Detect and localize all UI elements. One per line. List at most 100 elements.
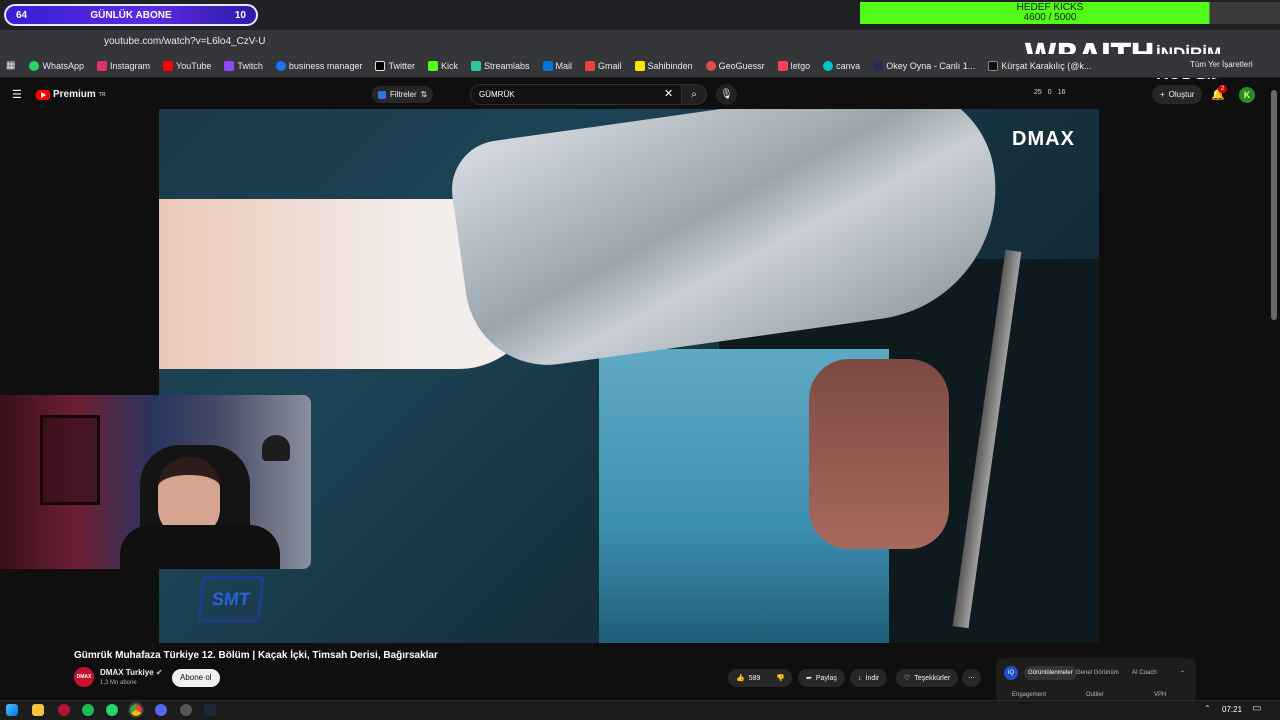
video-arm (809, 359, 949, 549)
collapse-icon[interactable]: ⌃ (1180, 670, 1185, 677)
bookmark-letgo[interactable]: letgo (777, 60, 810, 71)
youtube-logo[interactable]: Premium TR (36, 89, 105, 100)
windows-start-icon[interactable] (6, 704, 18, 716)
whatsapp-taskbar-icon[interactable] (106, 704, 118, 716)
analytics-widget: iQ Görüntülenmeler Genel Görünüm AI Coac… (996, 658, 1196, 702)
page-scrollbar[interactable] (1271, 90, 1277, 320)
sliders-icon: ⇅ (420, 90, 428, 99)
bookmark-twitch[interactable]: Twitch (224, 60, 263, 71)
tray-up-icon[interactable]: ⌃ (1204, 704, 1211, 713)
mail-icon (542, 60, 553, 71)
thumbs-up-icon: 👍 (736, 675, 745, 682)
instagram-icon (96, 60, 107, 71)
mic-icon: 🎙 (720, 89, 733, 100)
search-input[interactable]: GÜMRÜK (470, 84, 682, 105)
canva-icon (823, 60, 834, 71)
like-count: 589 (748, 674, 761, 682)
filter-ext-icon (378, 90, 386, 99)
bookmark-canva[interactable]: canva (823, 60, 860, 71)
search-button[interactable]: ⌕ (681, 84, 707, 105)
opera-icon[interactable] (58, 704, 70, 716)
bookmark-okey[interactable]: Okey Oyna - Canlı 1... (873, 60, 975, 71)
kick-goal-progress: 4600 / 5000 (1023, 12, 1077, 23)
analytics-logo-icon: iQ (1004, 666, 1018, 680)
subscribe-button[interactable]: Abone ol (172, 669, 220, 687)
okey-icon (873, 60, 884, 71)
sub-goal-current: 64 (16, 9, 28, 21)
share-button[interactable]: ➦ Paylaş (798, 669, 845, 687)
youtube-icon (163, 60, 174, 71)
thanks-button[interactable]: ♡ Teşekkürler (896, 669, 959, 687)
create-button[interactable]: + Oluştur (1152, 85, 1203, 104)
kick-goal-overlay: HEDEF KICKS 4600 / 5000 (860, 2, 1280, 24)
bookmark-whatsapp[interactable]: WhatsApp (29, 60, 84, 71)
share-icon: ➦ (806, 675, 812, 682)
spotify-icon[interactable] (82, 704, 94, 716)
voice-search-button[interactable]: 🎙 (716, 84, 737, 105)
bookmark-instagram[interactable]: Instagram (96, 60, 150, 71)
download-button[interactable]: ↓ İndir (850, 669, 888, 687)
clear-search-icon[interactable]: ✕ (664, 87, 673, 100)
bookmark-twitter[interactable]: Twitter (375, 60, 415, 71)
stat-mid: 0 (1047, 89, 1052, 96)
analytics-tab-coach[interactable]: AI Coach (1132, 670, 1157, 676)
obs-icon[interactable] (180, 704, 192, 716)
bookmark-streamlabs[interactable]: Streamlabs (470, 60, 530, 71)
bookmark-tiktok[interactable]: Kürşat Karakılıç (@k... (988, 60, 1091, 71)
dislike-button[interactable]: 👎 (768, 669, 792, 687)
more-icon: ⋯ (968, 675, 975, 682)
sub-goal-label: GÜNLÜK ABONE (90, 9, 172, 21)
webcam-person-body (120, 525, 280, 569)
subscriber-goal-overlay: 64 GÜNLÜK ABONE 10 (4, 4, 258, 26)
chrome-icon[interactable] (128, 702, 144, 718)
channel-avatar[interactable]: DMAX (74, 667, 94, 687)
analytics-tab-views[interactable]: Görüntülenmeler (1024, 666, 1077, 680)
windows-taskbar (0, 700, 1280, 720)
bookmark-geoguessr[interactable]: GeoGuessr (705, 60, 765, 71)
bookmark-sahibinden[interactable]: Sahibinden (634, 60, 693, 71)
channel-name-text: DMAX Turkiye (100, 668, 154, 677)
file-explorer-icon[interactable] (32, 704, 44, 716)
country-code: TR (98, 91, 106, 98)
sahibinden-icon (634, 60, 645, 71)
bookmarks-bar: ▦ WhatsApp Instagram YouTube Twitch busi… (0, 54, 1280, 78)
bookmark-mail[interactable]: Mail (542, 60, 572, 71)
whatsapp-icon (29, 60, 40, 71)
create-label: Oluştur (1168, 90, 1195, 99)
bookmark-youtube[interactable]: YouTube (163, 60, 211, 71)
dmax-watermark: DMAX (1012, 128, 1075, 150)
all-bookmarks[interactable]: Tüm Yer İşaretleri (1190, 60, 1253, 69)
download-icon: ↓ (858, 674, 862, 682)
more-actions-button[interactable]: ⋯ (962, 669, 981, 687)
discord-icon[interactable] (155, 704, 167, 716)
webcam-overlay (0, 395, 311, 569)
verified-icon: ✔ (155, 668, 163, 677)
search-icon: ⌕ (691, 89, 697, 100)
video-right-black (1099, 109, 1111, 643)
like-button[interactable]: 👍 589 (728, 669, 768, 687)
youtube-premium-label: Premium (53, 89, 96, 100)
channel-name[interactable]: DMAX Turkiye ✔ (100, 668, 163, 677)
filters-button[interactable]: Filtreler ⇅ (372, 86, 434, 103)
sub-goal-target: 10 (234, 9, 246, 21)
apps-icon[interactable]: ▦ (6, 60, 15, 71)
subscriber-count: 1,3 Mn abone (100, 680, 137, 686)
hamburger-menu-icon[interactable]: ☰ (12, 88, 22, 101)
bookmark-kick[interactable]: Kick (427, 60, 458, 71)
download-label: İndir (865, 674, 880, 682)
smt-logo: SMT (197, 576, 265, 622)
bookmark-business-manager[interactable]: business manager (275, 60, 362, 71)
account-avatar[interactable]: K (1239, 87, 1255, 103)
steam-icon[interactable] (204, 704, 216, 716)
gmail-icon (585, 60, 596, 71)
x-icon (375, 60, 386, 71)
thanks-label: Teşekkürler (914, 674, 951, 682)
webcam-lamp (262, 435, 290, 461)
clock: 07:21 (1222, 705, 1243, 714)
notification-center-icon[interactable]: ▭ (1252, 703, 1261, 714)
stat-count: 16 (1057, 89, 1066, 96)
bookmark-gmail[interactable]: Gmail (585, 60, 622, 71)
url-field[interactable]: youtube.com/watch?v=L6lo4_CzV-U (104, 36, 265, 47)
letgo-icon (777, 60, 788, 71)
analytics-tab-overview[interactable]: Genel Görünüm (1076, 670, 1119, 676)
